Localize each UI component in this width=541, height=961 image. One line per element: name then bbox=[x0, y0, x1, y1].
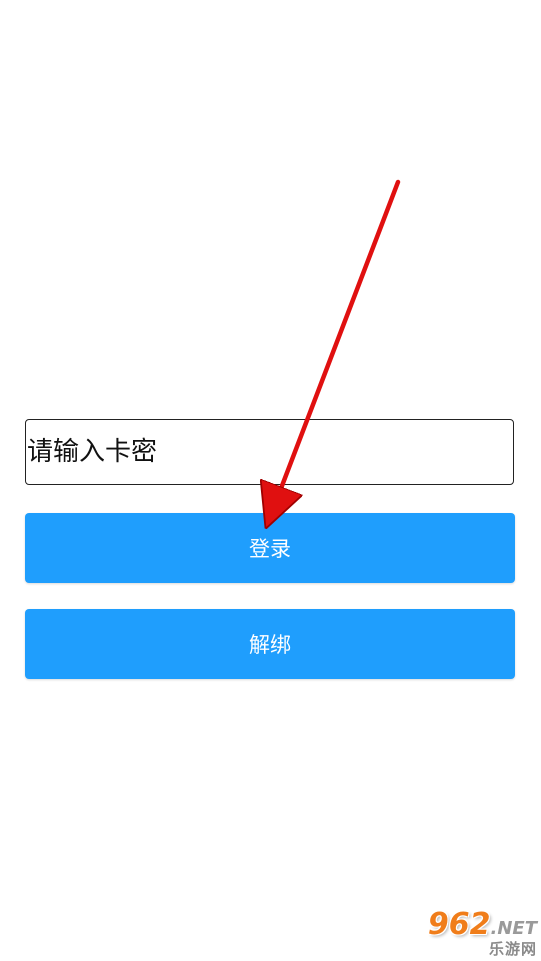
unbind-button[interactable]: 解绑 bbox=[25, 609, 515, 679]
login-button[interactable]: 登录 bbox=[25, 513, 515, 583]
watermark-number: 962 bbox=[427, 906, 491, 942]
watermark-logo: 962 .NET bbox=[427, 906, 537, 942]
watermark-suffix: .NET bbox=[490, 917, 537, 939]
login-screen: 登录 解绑 962 .NET 乐游网 bbox=[0, 0, 541, 961]
site-watermark: 962 .NET 乐游网 bbox=[403, 906, 537, 958]
card-key-input[interactable] bbox=[26, 420, 513, 484]
card-key-field[interactable] bbox=[25, 419, 514, 485]
watermark-subtitle: 乐游网 bbox=[488, 939, 537, 958]
